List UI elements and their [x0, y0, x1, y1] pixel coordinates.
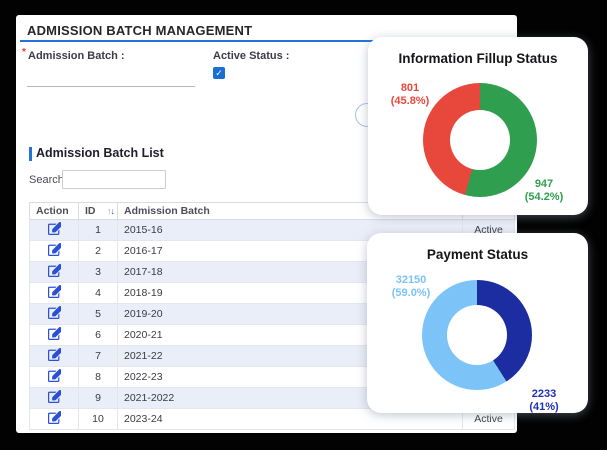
edit-icon	[48, 328, 61, 343]
edit-button[interactable]	[48, 327, 61, 340]
edit-icon	[48, 244, 61, 259]
admission-batch-input[interactable]	[27, 67, 195, 87]
active-status-checkbox[interactable]: ✓	[213, 67, 225, 79]
row-id: 9	[79, 388, 118, 409]
sort-down-icon: ↓	[111, 206, 115, 216]
edit-icon	[48, 370, 61, 385]
information-fillup-status-card: Information Fillup Status 801 (45.8%) 94…	[368, 37, 588, 215]
row-id: 3	[79, 262, 118, 283]
screen-background: ADMISSION BATCH MANAGEMENT * Admission B…	[0, 0, 607, 450]
slice-label-skyblue: 32150 (59.0%)	[379, 274, 443, 300]
row-id: 7	[79, 346, 118, 367]
payment-status-card: Payment Status 32150 (59.0%) 2233 (41%)	[367, 233, 588, 413]
active-status-label: Active Status :	[213, 50, 289, 62]
edit-icon	[48, 349, 61, 364]
edit-icon	[48, 391, 61, 406]
edit-icon	[48, 412, 61, 427]
column-header-id-label: ID	[85, 205, 96, 217]
row-id: 1	[79, 220, 118, 241]
slice-label-red: 801 (45.8%)	[378, 82, 442, 108]
admission-batch-label: Admission Batch :	[28, 50, 125, 62]
edit-icon	[48, 265, 61, 280]
column-header-action[interactable]: Action	[30, 203, 79, 220]
row-id: 5	[79, 304, 118, 325]
edit-icon	[48, 307, 61, 322]
edit-button[interactable]	[48, 243, 61, 256]
edit-button[interactable]	[48, 369, 61, 382]
chart-title: Payment Status	[367, 247, 588, 262]
required-asterisk: *	[22, 47, 26, 58]
edit-button[interactable]	[48, 306, 61, 319]
donut-hole	[447, 305, 507, 365]
edit-button[interactable]	[48, 390, 61, 403]
edit-button[interactable]	[48, 348, 61, 361]
sort-icon[interactable]: ↑↓	[107, 206, 114, 216]
list-title-accent-bar	[29, 147, 32, 161]
edit-icon	[48, 223, 61, 238]
row-id: 10	[79, 409, 118, 430]
slice-label-green: 947 (54.2%)	[512, 178, 576, 204]
edit-button[interactable]	[48, 222, 61, 235]
list-title: Admission Batch List	[36, 146, 164, 160]
edit-button[interactable]	[48, 411, 61, 424]
row-id: 2	[79, 241, 118, 262]
chart-title: Information Fillup Status	[368, 51, 588, 66]
donut-hole	[450, 110, 510, 170]
search-input[interactable]	[62, 170, 166, 189]
edit-icon	[48, 286, 61, 301]
slice-label-navy: 2233 (41%)	[512, 388, 576, 414]
page-title: ADMISSION BATCH MANAGEMENT	[27, 23, 252, 38]
row-id: 8	[79, 367, 118, 388]
column-header-id[interactable]: ID ↑↓	[79, 203, 118, 220]
row-id: 6	[79, 325, 118, 346]
edit-button[interactable]	[48, 285, 61, 298]
check-icon: ✓	[215, 68, 223, 78]
row-id: 4	[79, 283, 118, 304]
edit-button[interactable]	[48, 264, 61, 277]
